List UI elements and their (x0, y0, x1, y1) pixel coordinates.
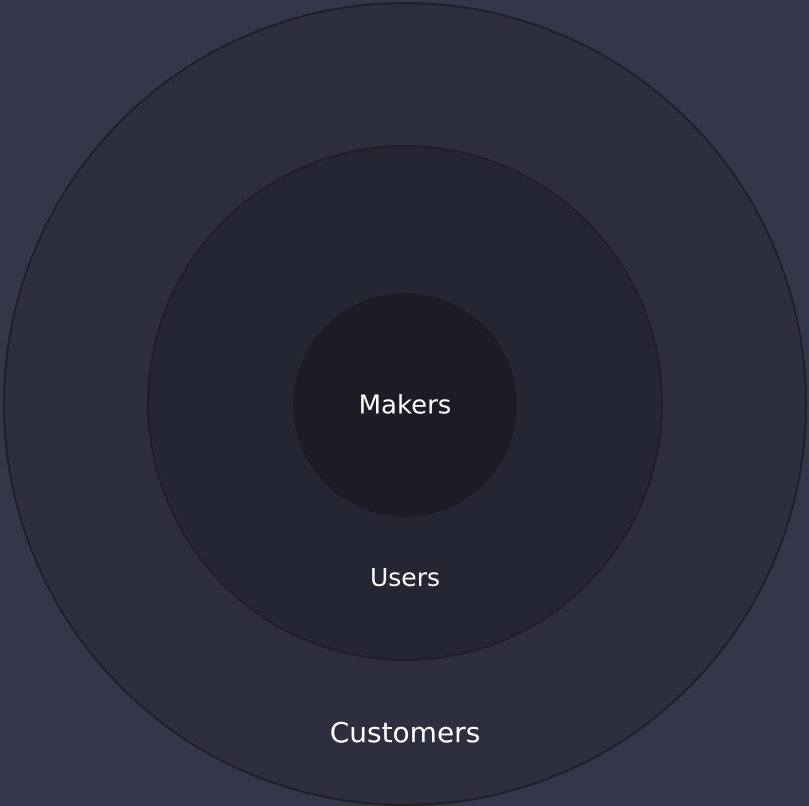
outer-ring-label: Customers (330, 716, 481, 749)
middle-ring-label: Users (370, 563, 440, 592)
concentric-circle-diagram: Makers Users Customers (0, 0, 809, 806)
inner-circle-label: Makers (359, 391, 452, 421)
